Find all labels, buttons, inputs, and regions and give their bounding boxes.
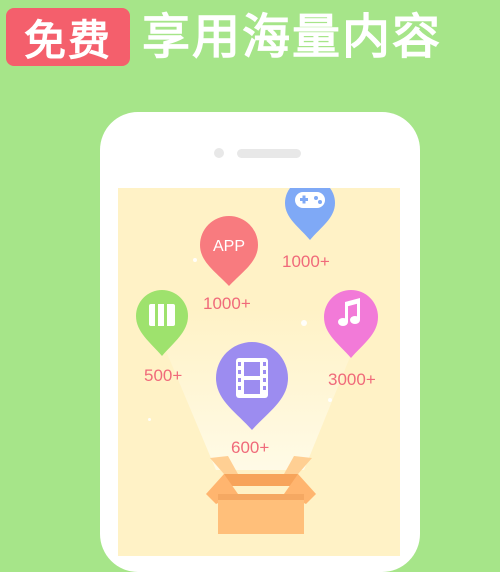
book-icon — [149, 304, 175, 326]
videos-pin[interactable] — [214, 340, 290, 432]
music-count: 3000+ — [328, 370, 376, 389]
phone-camera — [214, 148, 224, 158]
tagline: 享用海量内容 — [142, 9, 443, 65]
books-pin[interactable] — [134, 288, 190, 358]
app-count: 1000+ — [203, 294, 251, 313]
music-pin[interactable] — [322, 288, 380, 360]
videos-count: 600+ — [231, 438, 270, 457]
app-label: APP — [212, 238, 245, 255]
phone-screen: APP 1000+ 1000+ 500+ 3000+ 600+ — [118, 188, 400, 556]
app-pin[interactable]: APP — [198, 214, 260, 288]
free-badge: 免费 — [6, 8, 130, 66]
sparkle — [148, 418, 151, 421]
games-pin[interactable] — [283, 188, 337, 242]
open-box — [206, 456, 316, 534]
sparkle — [193, 258, 197, 262]
sparkle — [328, 398, 332, 402]
gamepad-icon — [295, 192, 325, 208]
headline-banner: 免费 享用海量内容 — [0, 0, 500, 80]
sparkle — [301, 320, 307, 326]
games-count: 1000+ — [282, 252, 330, 271]
books-count: 500+ — [144, 366, 183, 385]
film-icon — [236, 358, 268, 398]
phone-speaker — [237, 149, 301, 158]
